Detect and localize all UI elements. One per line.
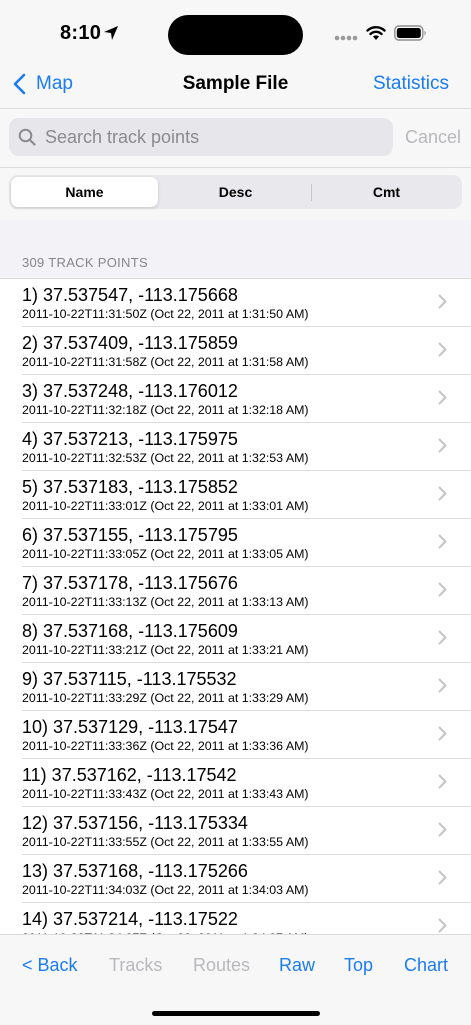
search-area: Cancel: [0, 109, 471, 168]
track-point-timestamp: 2011-10-22T11:33:43Z (Oct 22, 2011 at 1:…: [22, 787, 309, 801]
chevron-right-icon: [438, 342, 447, 357]
track-point-coordinates: 10) 37.537129, -113.17547: [22, 717, 238, 737]
track-point-row[interactable]: 1) 37.537547, -113.175668 2011-10-22T11:3…: [0, 278, 471, 326]
track-point-coordinates: 1) 37.537547, -113.175668: [22, 285, 238, 305]
bottom-toolbar: < Back Tracks Routes Raw Top Chart: [0, 934, 471, 1025]
track-point-row[interactable]: 9) 37.537115, -113.175532 2011-10-22T11:3…: [22, 662, 471, 710]
chevron-right-icon: [438, 534, 447, 549]
track-point-row[interactable]: 5) 37.537183, -113.175852 2011-10-22T11:3…: [22, 470, 471, 518]
track-point-coordinates: 3) 37.537248, -113.176012: [22, 381, 238, 401]
search-field[interactable]: [9, 118, 393, 156]
segmented-control: Name Desc Cmt: [9, 175, 462, 209]
track-point-coordinates: 4) 37.537213, -113.175975: [22, 429, 238, 449]
track-point-coordinates: 13) 37.537168, -113.175266: [22, 861, 248, 881]
track-point-row[interactable]: 6) 37.537155, -113.175795 2011-10-22T11:3…: [22, 518, 471, 566]
home-indicator: [152, 1011, 320, 1016]
track-point-coordinates: 5) 37.537183, -113.175852: [22, 477, 238, 497]
chevron-right-icon: [438, 870, 447, 885]
track-point-coordinates: 8) 37.537168, -113.175609: [22, 621, 238, 641]
routes-button[interactable]: Routes: [193, 955, 250, 976]
dynamic-island: [168, 15, 303, 55]
chevron-right-icon: [438, 774, 447, 789]
track-point-row[interactable]: 2) 37.537409, -113.175859 2011-10-22T11:3…: [22, 326, 471, 374]
back-button[interactable]: < Back: [22, 955, 78, 976]
segment-name[interactable]: Name: [11, 177, 158, 207]
track-point-timestamp: 2011-10-22T11:32:53Z (Oct 22, 2011 at 1:…: [22, 451, 309, 465]
segment-divider: [311, 184, 312, 201]
tracks-button[interactable]: Tracks: [109, 955, 162, 976]
segment-desc[interactable]: Desc: [162, 177, 309, 207]
track-point-timestamp: 2011-10-22T11:33:01Z (Oct 22, 2011 at 1:…: [22, 499, 309, 513]
chevron-right-icon: [438, 486, 447, 501]
track-point-timestamp: 2011-10-22T11:33:05Z (Oct 22, 2011 at 1:…: [22, 547, 309, 561]
track-point-row[interactable]: 10) 37.537129, -113.17547 2011-10-22T11:3…: [22, 710, 471, 758]
track-point-coordinates: 14) 37.537214, -113.17522: [22, 909, 238, 929]
segment-cmt[interactable]: Cmt: [313, 177, 460, 207]
chevron-right-icon: [438, 726, 447, 741]
track-point-timestamp: 2011-10-22T11:33:55Z (Oct 22, 2011 at 1:…: [22, 835, 309, 849]
track-point-row[interactable]: 13) 37.537168, -113.175266 2011-10-22T11:…: [22, 854, 471, 902]
map-back-button[interactable]: Map: [12, 70, 73, 98]
navigation-bar: Map Sample File Statistics: [0, 62, 471, 109]
track-point-timestamp: 2011-10-22T11:34:03Z (Oct 22, 2011 at 1:…: [22, 883, 309, 897]
signal-dots-icon: [334, 35, 358, 41]
chevron-right-icon: [438, 438, 447, 453]
track-point-coordinates: 6) 37.537155, -113.175795: [22, 525, 238, 545]
statistics-button[interactable]: Statistics: [373, 73, 449, 95]
track-point-timestamp: 2011-10-22T11:33:21Z (Oct 22, 2011 at 1:…: [22, 643, 309, 657]
status-time: 8:10: [60, 22, 102, 44]
map-back-label: Map: [36, 73, 73, 94]
track-point-timestamp: 2011-10-22T11:33:29Z (Oct 22, 2011 at 1:…: [22, 691, 309, 705]
chevron-left-icon: [13, 73, 26, 95]
track-point-timestamp: 2011-10-22T11:31:58Z (Oct 22, 2011 at 1:…: [22, 355, 309, 369]
track-point-timestamp: 2011-10-22T11:31:50Z (Oct 22, 2011 at 1:…: [22, 307, 309, 321]
status-bar: 8:10: [0, 0, 471, 62]
track-point-row[interactable]: 4) 37.537213, -113.175975 2011-10-22T11:3…: [22, 422, 471, 470]
chevron-right-icon: [438, 822, 447, 837]
track-point-coordinates: 9) 37.537115, -113.175532: [22, 669, 237, 689]
chevron-right-icon: [438, 390, 447, 405]
track-point-coordinates: 7) 37.537178, -113.175676: [22, 573, 238, 593]
track-point-row[interactable]: 7) 37.537178, -113.175676 2011-10-22T11:3…: [22, 566, 471, 614]
search-icon: [18, 128, 36, 146]
track-point-timestamp: 2011-10-22T11:33:13Z (Oct 22, 2011 at 1:…: [22, 595, 309, 609]
search-input[interactable]: [45, 126, 365, 148]
track-point-row[interactable]: 12) 37.537156, -113.175334 2011-10-22T11:…: [22, 806, 471, 854]
raw-button[interactable]: Raw: [279, 955, 315, 976]
track-point-coordinates: 2) 37.537409, -113.175859: [22, 333, 238, 353]
cancel-button[interactable]: Cancel: [405, 127, 461, 148]
chevron-right-icon: [438, 918, 447, 933]
section-header: 309 TRACK POINTS: [22, 255, 148, 270]
chart-button[interactable]: Chart: [404, 955, 448, 976]
track-point-timestamp: 2011-10-22T11:32:18Z (Oct 22, 2011 at 1:…: [22, 403, 309, 417]
chevron-right-icon: [438, 294, 447, 309]
segmented-control-area: Name Desc Cmt: [0, 168, 471, 220]
location-arrow-icon: [104, 26, 118, 40]
track-point-row[interactable]: 3) 37.537248, -113.176012 2011-10-22T11:3…: [22, 374, 471, 422]
wifi-icon: [366, 26, 386, 40]
chevron-right-icon: [438, 630, 447, 645]
track-point-row[interactable]: 8) 37.537168, -113.175609 2011-10-22T11:3…: [22, 614, 471, 662]
track-points-list: 1) 37.537547, -113.175668 2011-10-22T11:3…: [0, 278, 471, 950]
top-button[interactable]: Top: [344, 955, 373, 976]
track-point-coordinates: 11) 37.537162, -113.17542: [22, 765, 237, 785]
track-point-timestamp: 2011-10-22T11:33:36Z (Oct 22, 2011 at 1:…: [22, 739, 309, 753]
chevron-right-icon: [438, 582, 447, 597]
battery-icon: [394, 25, 426, 41]
track-point-row[interactable]: 11) 37.537162, -113.17542 2011-10-22T11:3…: [22, 758, 471, 806]
track-point-coordinates: 12) 37.537156, -113.175334: [22, 813, 248, 833]
chevron-right-icon: [438, 678, 447, 693]
